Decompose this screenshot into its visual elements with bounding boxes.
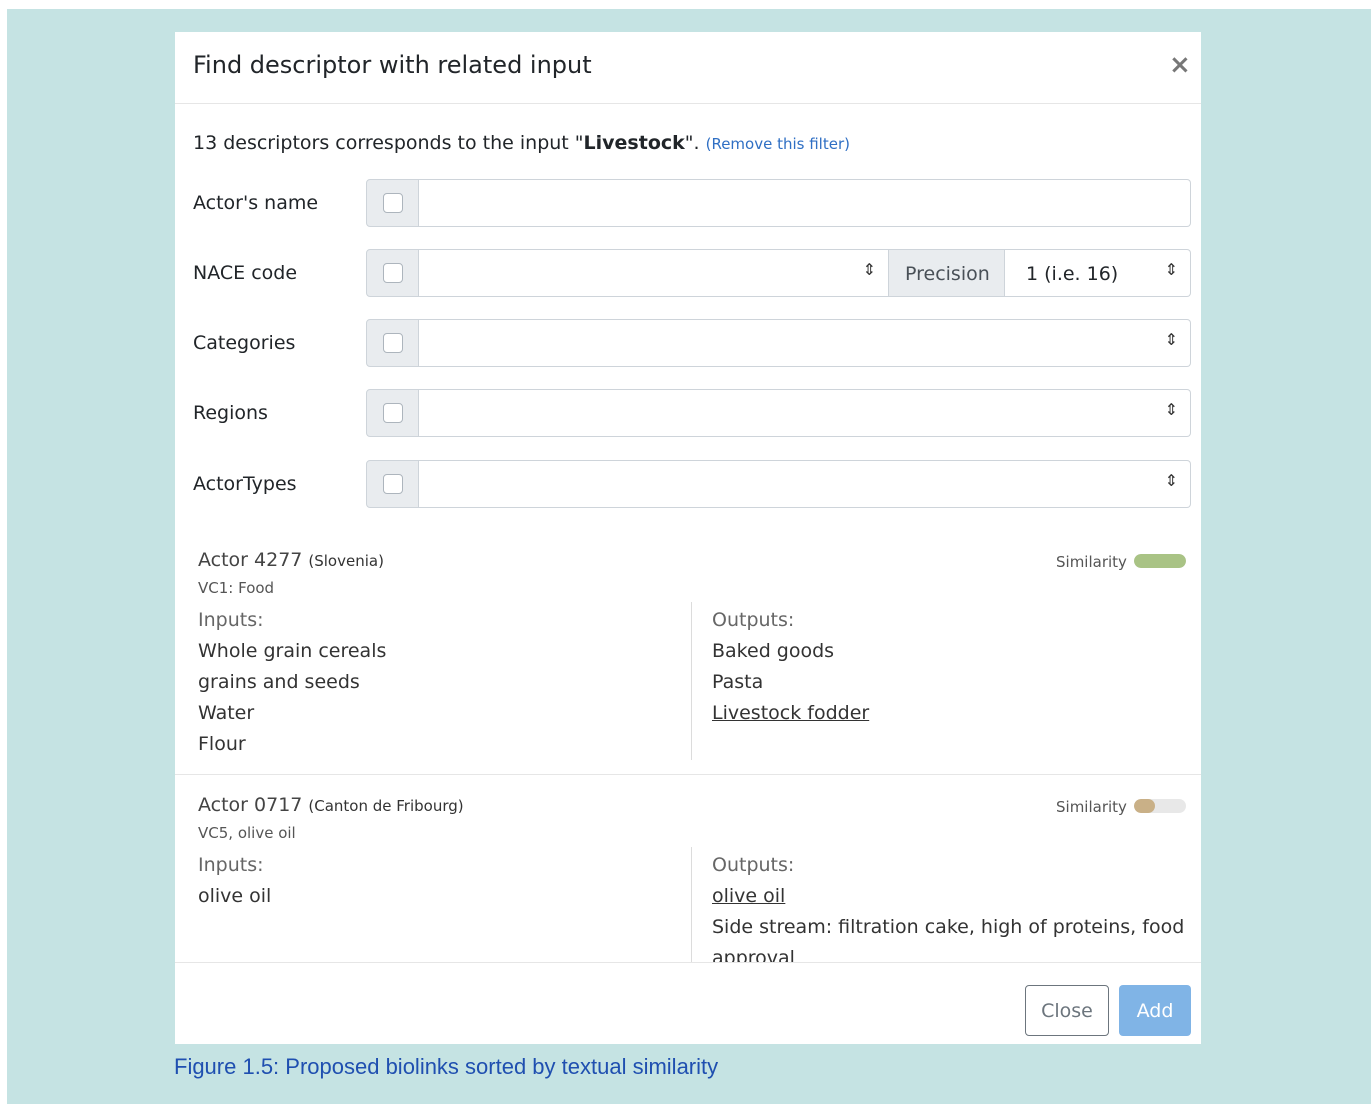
- nace-label: NACE code: [193, 262, 298, 284]
- filter-info: 13 descriptors corresponds to the input …: [193, 132, 850, 154]
- actor-name-checkbox-cell: [366, 179, 419, 227]
- similarity-label: Similarity: [1056, 553, 1127, 571]
- column-divider: [691, 602, 692, 760]
- modal-header: Find descriptor with related input ×: [175, 32, 1201, 104]
- output-item-match[interactable]: olive oil: [712, 881, 1184, 912]
- actor-name-checkbox[interactable]: [383, 193, 403, 213]
- similarity-bar: [1134, 799, 1186, 813]
- regions-select[interactable]: ⇕: [419, 389, 1191, 437]
- result-subtitle: VC1: Food: [198, 579, 275, 597]
- output-item: Pasta: [712, 671, 764, 693]
- result-title: Actor 4277 (Slovenia): [198, 549, 384, 571]
- precision-addon: Precision: [889, 249, 1005, 297]
- regions-checkbox[interactable]: [383, 403, 403, 423]
- nace-checkbox-cell: [366, 249, 419, 297]
- outputs-column: Outputs: olive oil Side stream: filtrati…: [712, 850, 1184, 974]
- add-button[interactable]: Add: [1119, 985, 1191, 1036]
- inputs-label: Inputs:: [198, 609, 264, 631]
- precision-label: Precision: [905, 263, 990, 285]
- categories-checkbox-cell: [366, 319, 419, 367]
- outputs-label: Outputs:: [712, 609, 795, 631]
- result-actor-name: Actor 0717: [198, 794, 303, 816]
- actor-name-row: Actor's name: [175, 179, 1201, 229]
- modal-title: Find descriptor with related input: [193, 51, 592, 79]
- input-item: Whole grain cereals: [198, 640, 387, 662]
- input-item: Flour: [198, 733, 246, 755]
- regions-checkbox-cell: [366, 389, 419, 437]
- figure-caption: Figure 1.5: Proposed biolinks sorted by …: [174, 1054, 719, 1079]
- actor-name-label: Actor's name: [193, 192, 319, 214]
- output-item: Baked goods: [712, 640, 835, 662]
- categories-select[interactable]: ⇕: [419, 319, 1191, 367]
- similarity-fill: [1134, 799, 1155, 813]
- remove-filter-link[interactable]: (Remove this filter): [706, 135, 850, 153]
- input-item: grains and seeds: [198, 671, 360, 693]
- caret-updown-icon: ⇕: [862, 260, 876, 279]
- precision-select[interactable]: 1 (i.e. 16) ⇕: [1005, 249, 1191, 297]
- result-separator: [175, 774, 1201, 775]
- categories-row: Categories ⇕: [175, 319, 1201, 369]
- filter-suffix: ".: [684, 132, 706, 154]
- regions-row: Regions ⇕: [175, 389, 1201, 439]
- outputs-column: Outputs: Baked goods Pasta Livestock fod…: [712, 605, 869, 729]
- categories-checkbox[interactable]: [383, 333, 403, 353]
- caret-updown-icon: ⇕: [1164, 400, 1178, 419]
- modal-footer: Close Add: [175, 962, 1201, 1044]
- result-region: (Canton de Fribourg): [308, 797, 464, 815]
- result-item[interactable]: Actor 4277 (Slovenia) VC1: Food Similarit…: [175, 549, 1201, 777]
- input-item: olive oil: [198, 885, 272, 907]
- output-item-match[interactable]: Livestock fodder: [712, 698, 869, 729]
- result-region: (Slovenia): [308, 552, 384, 570]
- actor-types-checkbox[interactable]: [383, 474, 403, 494]
- similarity-bar: [1134, 554, 1186, 568]
- caret-updown-icon: ⇕: [1164, 260, 1178, 279]
- inputs-column: Inputs: Whole grain cereals grains and s…: [198, 605, 386, 760]
- regions-label: Regions: [193, 402, 268, 424]
- result-subtitle: VC5, olive oil: [198, 824, 296, 842]
- result-actor-name: Actor 4277: [198, 549, 303, 571]
- nace-checkbox[interactable]: [383, 263, 403, 283]
- similarity-fill: [1134, 554, 1186, 568]
- actor-types-checkbox-cell: [366, 460, 419, 508]
- caret-updown-icon: ⇕: [1164, 330, 1178, 349]
- nace-row: NACE code ⇕ Precision 1 (i.e. 16) ⇕: [175, 249, 1201, 299]
- filter-count-text: 13 descriptors corresponds to the input …: [193, 132, 584, 154]
- inputs-label: Inputs:: [198, 854, 264, 876]
- nace-select[interactable]: ⇕: [419, 249, 889, 297]
- close-button[interactable]: Close: [1025, 985, 1109, 1036]
- input-item: Water: [198, 702, 255, 724]
- precision-value: 1 (i.e. 16): [1026, 263, 1119, 285]
- categories-label: Categories: [193, 332, 296, 354]
- actor-name-input[interactable]: [419, 179, 1191, 227]
- modal-dialog: Find descriptor with related input × 13 …: [175, 32, 1201, 1044]
- similarity-label: Similarity: [1056, 798, 1127, 816]
- column-divider: [691, 847, 692, 967]
- result-item[interactable]: Actor 0717 (Canton de Fribourg) VC5, oliv…: [175, 794, 1201, 969]
- actor-types-row: ActorTypes ⇕: [175, 460, 1201, 510]
- inputs-column: Inputs: olive oil: [198, 850, 271, 912]
- caret-updown-icon: ⇕: [1164, 471, 1178, 490]
- actor-types-label: ActorTypes: [193, 473, 297, 495]
- output-item: Side stream: filtration cake, high of pr…: [712, 916, 1185, 938]
- filter-term: Livestock: [583, 132, 685, 154]
- result-title: Actor 0717 (Canton de Fribourg): [198, 794, 464, 816]
- close-icon[interactable]: ×: [1169, 50, 1191, 80]
- outputs-label: Outputs:: [712, 854, 795, 876]
- actor-types-select[interactable]: ⇕: [419, 460, 1191, 508]
